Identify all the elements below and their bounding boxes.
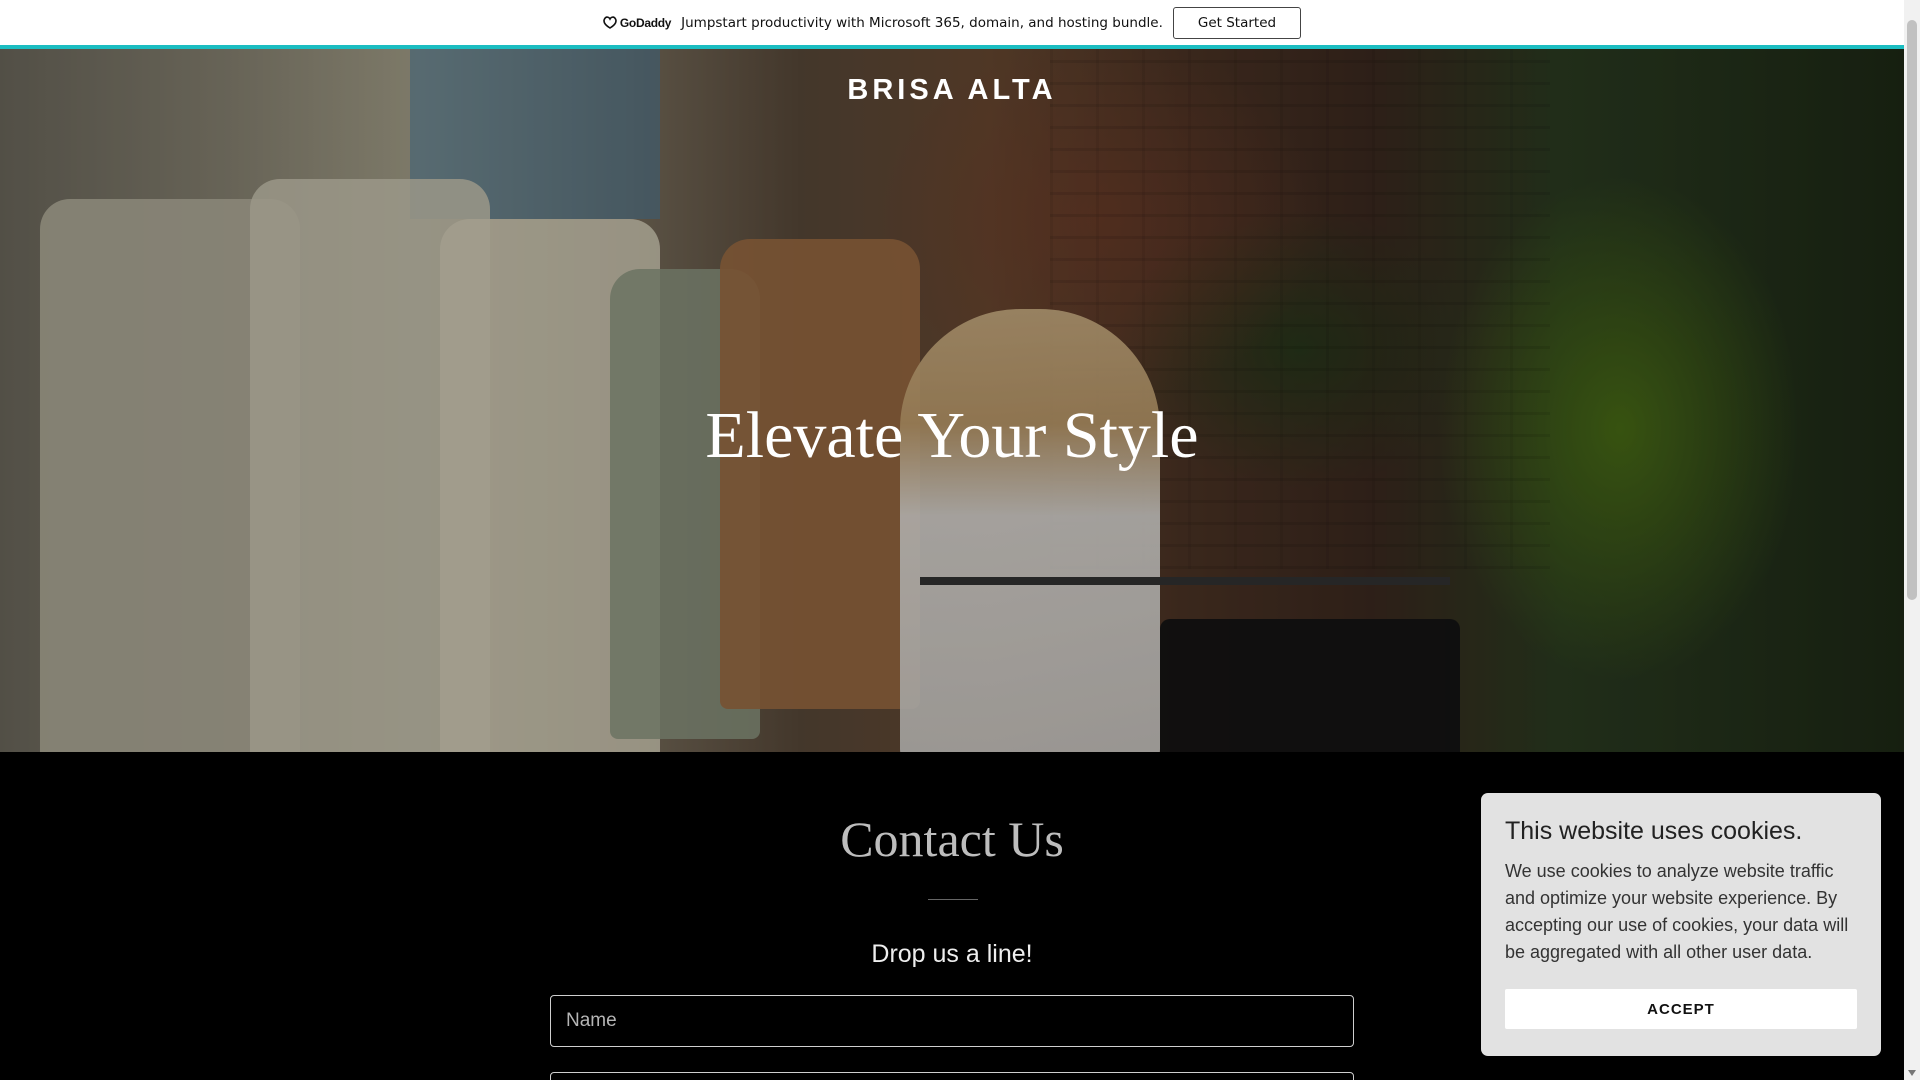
page-scrollbar[interactable]: [1904, 0, 1920, 1080]
godaddy-wordmark: GoDaddy: [619, 15, 672, 30]
promo-banner: GoDaddy Jumpstart productivity with Micr…: [0, 0, 1904, 49]
scroll-down-arrow-icon[interactable]: [1908, 1070, 1916, 1076]
name-input[interactable]: [550, 995, 1354, 1047]
cookie-body: We use cookies to analyze website traffi…: [1505, 861, 1849, 962]
hero-title: Elevate Your Style: [705, 399, 1199, 472]
godaddy-logo[interactable]: GoDaddy: [603, 16, 671, 30]
site-brand[interactable]: BRISA ALTA: [0, 74, 1904, 107]
cookie-banner: This website uses cookies. We use cookie…: [1481, 793, 1881, 1056]
accept-cookies-button[interactable]: ACCEPT: [1505, 989, 1857, 1029]
scrollbar-thumb[interactable]: [1907, 20, 1917, 600]
email-input[interactable]: [550, 1072, 1354, 1080]
cookie-title: This website uses cookies.: [1505, 817, 1803, 845]
get-started-button[interactable]: Get Started: [1172, 6, 1302, 39]
godaddy-icon: [603, 16, 617, 29]
section-divider: [928, 899, 978, 900]
promo-message: Jumpstart productivity with Microsoft 36…: [681, 14, 1163, 31]
